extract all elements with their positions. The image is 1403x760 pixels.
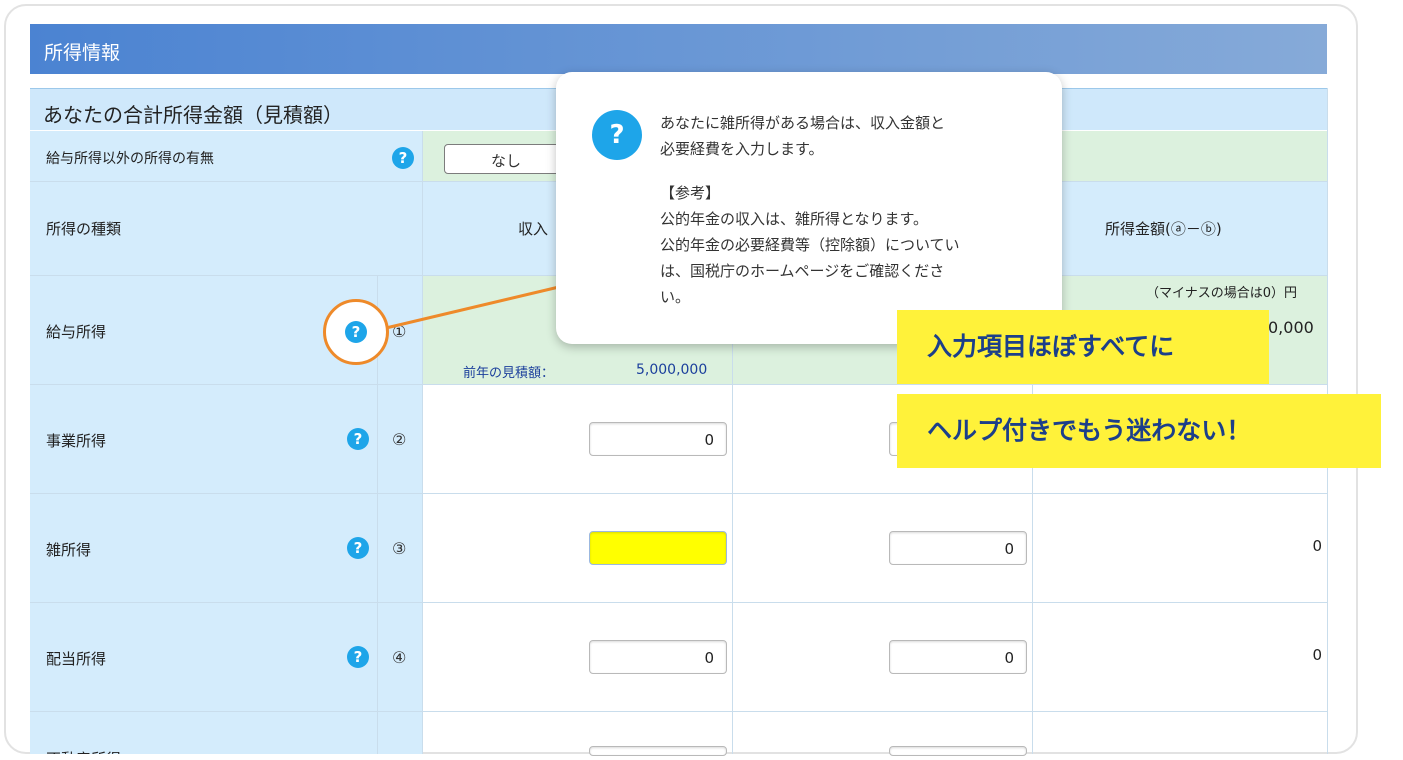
- popup-text-line: い。: [660, 288, 691, 306]
- misc-income-input[interactable]: [589, 531, 727, 565]
- help-icon[interactable]: ?: [347, 537, 369, 559]
- misc-amount-value: 0: [1312, 537, 1322, 555]
- divider: [732, 276, 733, 754]
- col-header-type: 所得の種類: [46, 220, 122, 238]
- row-num-dividend: ④: [392, 648, 407, 667]
- misc-expense-input[interactable]: 0: [889, 531, 1027, 565]
- question-icon: ?: [592, 110, 642, 160]
- popup-text-line: 必要経費を入力します。: [660, 140, 824, 158]
- help-icon[interactable]: ?: [345, 321, 367, 343]
- other-income-label: 給与所得以外の所得の有無: [46, 151, 214, 167]
- dividend-expense-input[interactable]: 0: [889, 640, 1027, 674]
- prev-estimate-value: 5,000,000: [636, 362, 708, 378]
- realestate-income-input[interactable]: [589, 746, 727, 756]
- promo-banner-line2: ヘルプ付きでもう迷わない！: [897, 394, 1381, 468]
- salary-amount-partial: 0,000: [1268, 318, 1314, 337]
- popup-ref-heading: 【参考】: [660, 184, 721, 202]
- row-num-misc: ③: [392, 539, 407, 558]
- row-num-business: ②: [392, 430, 407, 449]
- row-label-realestate: 不動産所得: [46, 748, 121, 754]
- dividend-income-input[interactable]: 0: [589, 640, 727, 674]
- help-icon[interactable]: ?: [347, 428, 369, 450]
- popup-text-line: は、国税庁のホームページをご確認くださ: [660, 262, 945, 280]
- col-header-income: 収入: [518, 220, 549, 238]
- other-income-select[interactable]: なし: [444, 144, 566, 174]
- negative-note: （マイナスの場合は0）円: [1146, 286, 1298, 301]
- divider: [30, 711, 1327, 712]
- popup-text-line: 公的年金の必要経費等（控除額）についてい: [660, 236, 960, 254]
- prev-estimate-label: 前年の見積額：: [463, 366, 555, 381]
- business-income-input[interactable]: 0: [589, 422, 727, 456]
- help-icon[interactable]: ?: [392, 147, 414, 169]
- promo-banner-line1: 入力項目ほぼすべてに: [897, 310, 1269, 384]
- realestate-expense-input[interactable]: [889, 746, 1027, 756]
- divider: [30, 384, 1327, 385]
- col-header-amount: 所得金額(ⓐ－ⓑ): [1105, 220, 1222, 238]
- popup-text-line: 公的年金の収入は、雑所得となります。: [660, 210, 929, 228]
- row-label-business: 事業所得: [46, 432, 107, 450]
- divider: [422, 131, 423, 754]
- help-popup: ? あなたに雑所得がある場合は、収入金額と 必要経費を入力します。 【参考】 公…: [556, 72, 1062, 344]
- row-label-salary: 給与所得: [46, 323, 107, 341]
- row-label-dividend: 配当所得: [46, 650, 107, 668]
- section-title: 所得情報: [30, 24, 1327, 74]
- divider: [30, 493, 1327, 494]
- popup-text-line: あなたに雑所得がある場合は、収入金額と: [660, 114, 946, 132]
- help-icon[interactable]: ?: [347, 646, 369, 668]
- divider: [30, 602, 1327, 603]
- row-label-misc: 雑所得: [46, 541, 92, 559]
- dividend-amount-value: 0: [1312, 646, 1322, 664]
